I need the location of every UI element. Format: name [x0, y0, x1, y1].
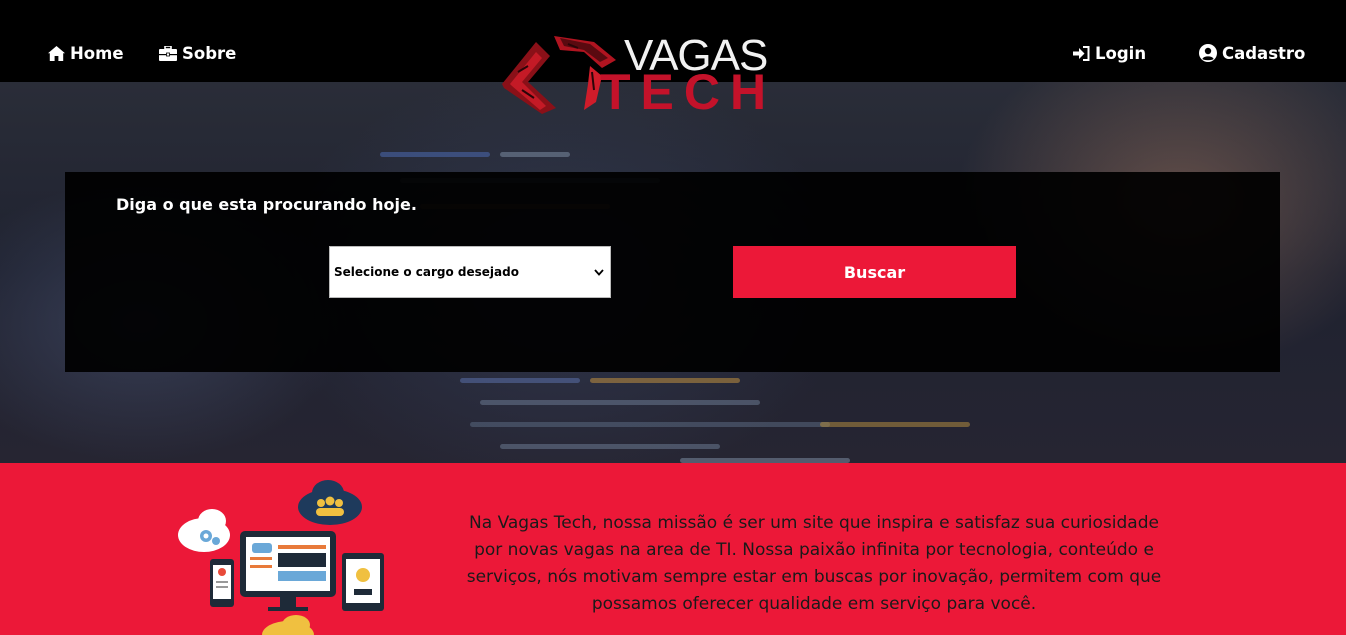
vagas-tech-logo[interactable]: VAGAS TECH — [498, 32, 808, 118]
chevron-down-icon — [594, 268, 604, 276]
background-code-line — [470, 422, 830, 427]
nav-register-link[interactable]: Cadastro — [1199, 42, 1305, 64]
background-code-line — [460, 378, 580, 383]
search-button[interactable]: Buscar — [733, 246, 1016, 298]
cloud-gear-icon — [178, 509, 230, 552]
role-select-value: Selecione o cargo desejado — [334, 265, 519, 279]
user-circle-icon — [1199, 44, 1217, 62]
tech-devices-illustration — [178, 480, 384, 635]
nav-register-label: Cadastro — [1222, 43, 1306, 63]
role-select[interactable]: Selecione o cargo desejado — [329, 246, 611, 298]
search-panel: Diga o que esta procurando hoje. Selecio… — [65, 172, 1280, 372]
background-code-line — [820, 422, 970, 427]
smartphone-icon — [210, 559, 234, 607]
monitor-icon — [240, 531, 336, 611]
nav-about-label: Sobre — [182, 43, 237, 63]
home-icon — [48, 45, 65, 61]
nav-home-link[interactable]: Home — [48, 42, 124, 64]
background-code-line — [500, 444, 720, 449]
background-code-line — [590, 378, 740, 383]
sign-in-icon — [1073, 45, 1090, 61]
nav-about-link[interactable]: Sobre — [159, 42, 236, 64]
cloud-icon — [262, 615, 314, 635]
background-code-line — [380, 152, 490, 157]
search-heading: Diga o que esta procurando hoje. — [116, 195, 417, 214]
mission-text: Na Vagas Tech, nossa missão é ser um sit… — [466, 513, 1162, 614]
tablet-icon — [342, 553, 384, 611]
background-code-line — [500, 152, 570, 157]
search-button-label: Buscar — [843, 262, 906, 282]
about-section: Na Vagas Tech, nossa missão é ser um sit… — [0, 463, 1346, 635]
briefcase-icon — [159, 45, 177, 61]
cloud-users-icon — [298, 480, 362, 525]
nav-home-label: Home — [70, 43, 124, 63]
nav-login-link[interactable]: Login — [1073, 42, 1146, 64]
background-code-line — [480, 400, 760, 405]
nav-login-label: Login — [1095, 43, 1147, 63]
logo-word-tech: TECH — [600, 64, 777, 120]
